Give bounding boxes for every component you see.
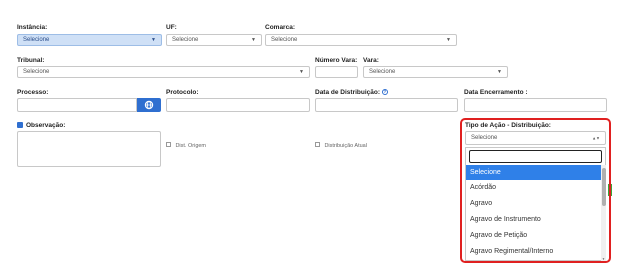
scrollbar-thumb[interactable]: [601, 168, 606, 206]
tribunal-select[interactable]: Selecione ▼: [17, 66, 310, 78]
option-agravo-regimental[interactable]: Agravo Regimental/Interno: [466, 244, 601, 259]
tipo-acao-dropdown: Selecione Acórdão Agravo Agravo de Instr…: [465, 147, 606, 261]
chevron-down-icon: ▼: [151, 37, 156, 43]
data-distribuicao-label: Data de Distribuição: ?: [315, 89, 388, 96]
data-distribuicao-text: Data de Distribuição:: [315, 89, 381, 96]
scroll-down-icon[interactable]: ▼: [601, 257, 606, 261]
tribunal-label: Tribunal:: [17, 57, 45, 64]
data-encerramento-input[interactable]: [464, 98, 607, 112]
observacao-textarea[interactable]: [17, 131, 161, 167]
dist-origem-checkbox[interactable]: [166, 142, 171, 147]
processo-search-button[interactable]: [137, 98, 161, 112]
comarca-value: Selecione: [271, 37, 298, 43]
chevron-down-icon: ▲▼: [592, 135, 600, 141]
numero-vara-input[interactable]: [315, 66, 358, 78]
tipo-acao-highlight: Tipo de Ação - Distribuição: Selecione ▲…: [460, 118, 611, 263]
tipo-acao-value: Selecione: [471, 135, 498, 141]
tipo-acao-label: Tipo de Ação - Distribuição:: [465, 122, 551, 129]
protocolo-input[interactable]: [166, 98, 310, 112]
uf-value: Selecione: [172, 37, 199, 43]
tipo-acao-options-list: Selecione Acórdão Agravo Agravo de Instr…: [466, 165, 603, 261]
uf-label: UF:: [166, 24, 177, 31]
instancia-label: Instância:: [17, 24, 48, 31]
distribuicao-atual-checkbox[interactable]: [315, 142, 320, 147]
vara-select[interactable]: Selecione ▼: [363, 66, 508, 78]
comarca-select[interactable]: Selecione ▼: [265, 34, 457, 46]
chevron-down-icon: ▼: [446, 37, 451, 43]
option-agravo[interactable]: Agravo: [466, 196, 601, 211]
chevron-down-icon: ▼: [497, 69, 502, 75]
dropdown-scrollbar[interactable]: ▼: [601, 165, 606, 261]
dist-origem-option[interactable]: Dist. Origem: [166, 134, 206, 152]
data-distribuicao-input[interactable]: [315, 98, 458, 112]
option-selecione[interactable]: Selecione: [466, 165, 601, 180]
uf-select[interactable]: Selecione ▼: [166, 34, 262, 46]
instancia-select[interactable]: Selecione ▼: [17, 34, 162, 46]
globe-icon: [144, 100, 154, 110]
vara-label: Vara:: [363, 57, 379, 64]
observacao-checkbox[interactable]: [17, 122, 23, 135]
processo-input[interactable]: [17, 98, 137, 112]
numero-vara-label: Número Vara:: [315, 57, 358, 64]
dist-origem-label: Dist. Origem: [175, 143, 207, 149]
option-agravo-de-peticao[interactable]: Agravo de Petição: [466, 228, 601, 243]
distribuicao-atual-label: Distribuição Atual: [324, 143, 367, 149]
help-circle-icon[interactable]: ?: [381, 89, 388, 96]
vara-value: Selecione: [369, 69, 396, 75]
tipo-acao-select[interactable]: Selecione ▲▼: [465, 131, 606, 145]
instancia-value: Selecione: [23, 37, 50, 43]
distribuicao-atual-option[interactable]: Distribuição Atual: [315, 134, 367, 152]
option-acordao[interactable]: Acórdão: [466, 180, 601, 195]
processo-label: Processo:: [17, 89, 49, 96]
chevron-down-icon: ▼: [251, 37, 256, 43]
option-agravo-de-instrumento[interactable]: Agravo de Instrumento: [466, 212, 601, 227]
comarca-label: Comarca:: [265, 24, 295, 31]
data-encerramento-label: Data Encerramento :: [464, 89, 528, 96]
tipo-acao-search-input[interactable]: [469, 150, 602, 163]
chevron-down-icon: ▼: [299, 69, 304, 75]
observacao-label: Observação:: [26, 122, 66, 129]
protocolo-label: Protocolo:: [166, 89, 199, 96]
tribunal-value: Selecione: [23, 69, 50, 75]
